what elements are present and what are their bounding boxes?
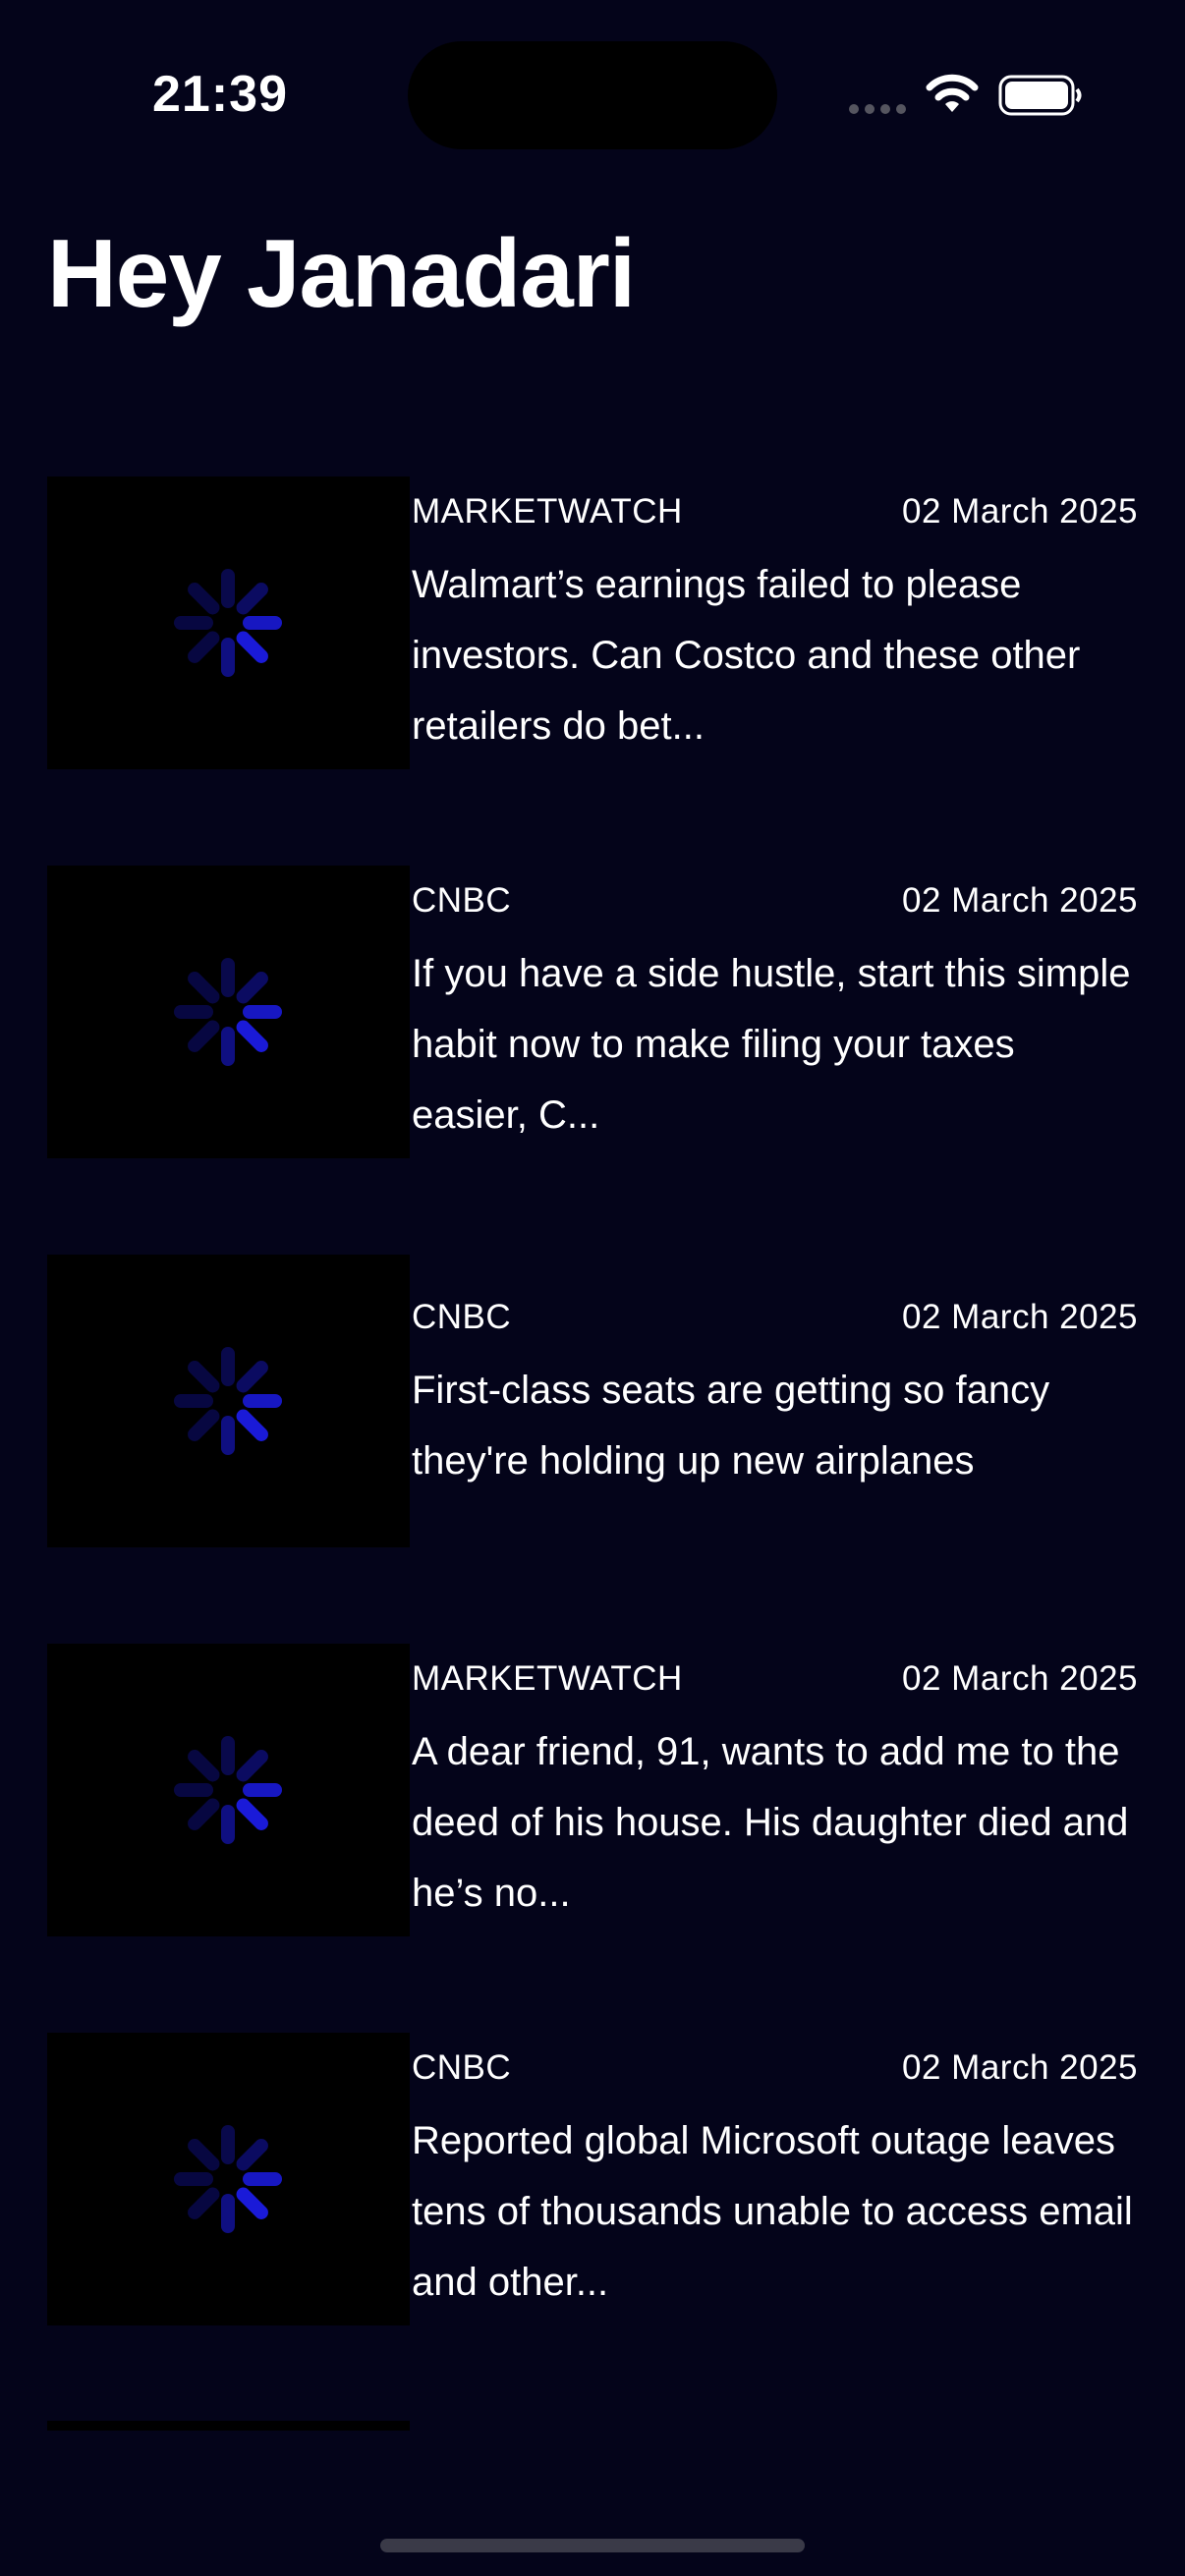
spinner-spoke [188,2187,220,2219]
loading-spinner-icon [174,2125,282,2233]
article-date: 02 March 2025 [902,2048,1138,2087]
article-meta: MARKETWATCH 02 March 2025 [412,1657,1138,1701]
spinner-spoke [188,631,220,663]
news-feed: MARKETWATCH 02 March 2025 Walmart’s earn… [0,0,1185,2576]
article-headline[interactable]: A dear friend, 91, wants to add me to th… [412,1716,1138,1929]
spinner-spoke [188,583,220,615]
article-thumbnail-partial [47,2421,410,2431]
article-meta: MARKETWATCH 02 March 2025 [412,490,1138,533]
spinner-spoke [236,2187,268,2219]
article-date: 02 March 2025 [902,492,1138,531]
spinner-spoke [188,1361,220,1393]
article-date: 02 March 2025 [902,881,1138,920]
spinner-spoke [236,1361,268,1393]
article-thumbnail [47,2033,410,2325]
article-source: CNBC [412,881,512,920]
spinner-spoke [188,1750,220,1782]
loading-spinner-icon [174,1736,282,1844]
spinner-spoke [236,1409,268,1441]
article-source: CNBC [412,1298,512,1336]
spinner-spoke [236,2139,268,2171]
article-thumbnail [47,866,410,1158]
spinner-spoke [188,1020,220,1052]
article-thumbnail [47,1644,410,1936]
spinner-spoke [188,972,220,1004]
loading-spinner-icon [174,569,282,677]
spinner-spoke [188,2139,220,2171]
spinner-spoke [236,1750,268,1782]
article-date: 02 March 2025 [902,1298,1138,1336]
spinner-spoke [236,631,268,663]
loading-spinner-icon [174,958,282,1066]
article-date: 02 March 2025 [902,1659,1138,1698]
home-indicator[interactable] [380,2539,805,2552]
spinner-spoke [236,1020,268,1052]
article-meta: CNBC 02 March 2025 [412,2046,1138,2090]
loading-spinner-icon [174,1347,282,1455]
spinner-spoke [236,972,268,1004]
article-meta: CNBC 02 March 2025 [412,1296,1138,1339]
spinner-spoke [236,583,268,615]
article-source: CNBC [412,2048,512,2087]
spinner-spoke [188,1798,220,1830]
article-thumbnail [47,1255,410,1547]
article-headline[interactable]: First-class seats are getting so fancy t… [412,1355,1138,1496]
article-source: MARKETWATCH [412,492,683,531]
spinner-spoke [188,1409,220,1441]
article-headline[interactable]: If you have a side hustle, start this si… [412,938,1138,1150]
spinner-spoke [236,1798,268,1830]
article-thumbnail [47,476,410,769]
article-source: MARKETWATCH [412,1659,683,1698]
article-headline[interactable]: Reported global Microsoft outage leaves … [412,2105,1138,2318]
article-headline[interactable]: Walmart’s earnings failed to please inve… [412,549,1138,761]
article-meta: CNBC 02 March 2025 [412,879,1138,923]
